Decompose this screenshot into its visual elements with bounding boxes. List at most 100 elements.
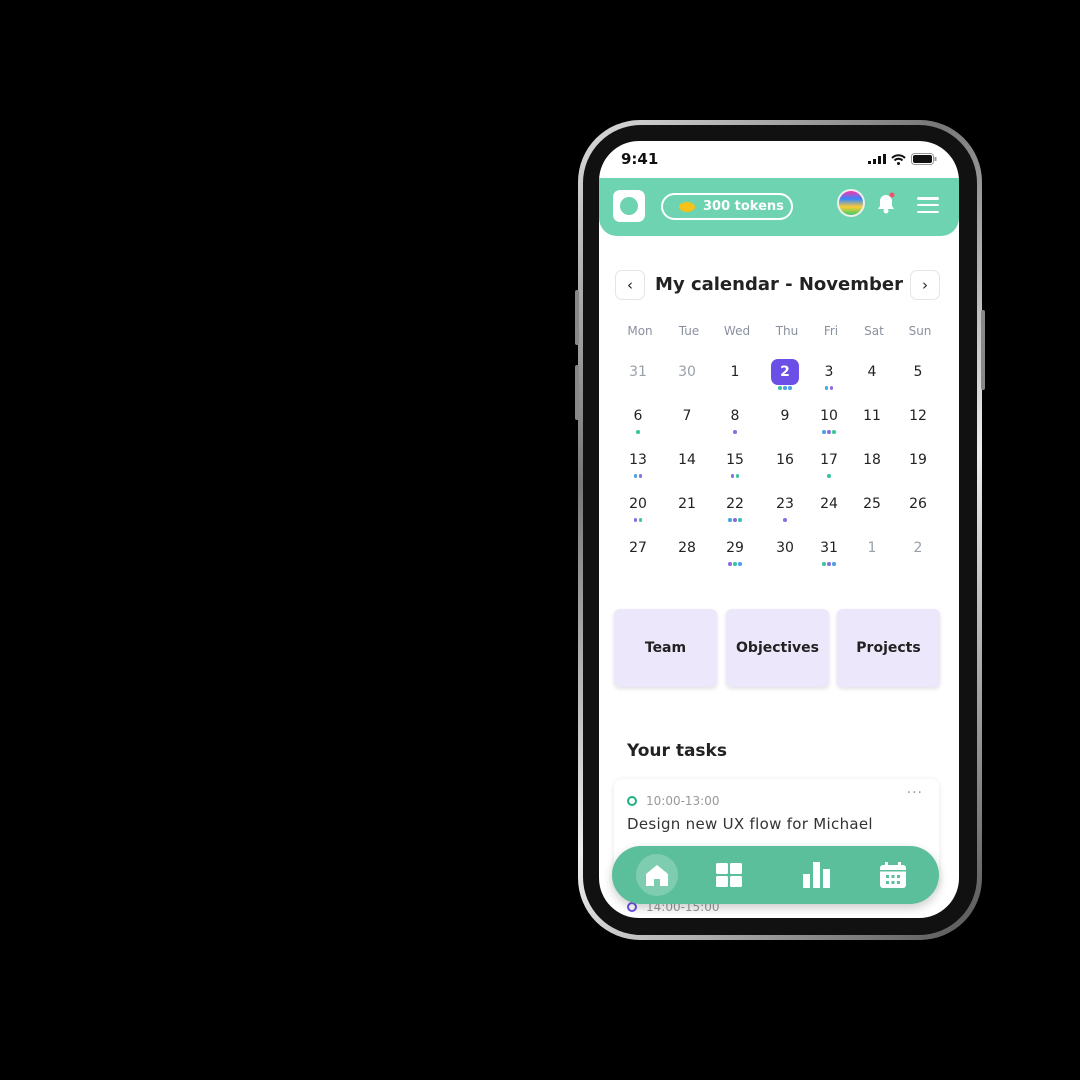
calendar-day[interactable]: 1: [721, 359, 749, 385]
nav-stats[interactable]: [796, 854, 838, 896]
projects-button[interactable]: Projects: [837, 609, 940, 687]
calendar-day[interactable]: 16: [771, 447, 799, 473]
calendar-day[interactable]: 17: [815, 447, 843, 473]
calendar-day[interactable]: 28: [673, 535, 701, 561]
power-button: [981, 310, 985, 390]
coin-icon: [679, 201, 695, 212]
tasks-heading: Your tasks: [627, 741, 727, 761]
event-dot: [827, 430, 831, 434]
volume-up: [575, 290, 579, 345]
more-icon[interactable]: ···: [907, 785, 923, 801]
avatar[interactable]: [837, 189, 865, 217]
calendar-day[interactable]: 12: [904, 403, 932, 429]
event-dot: [633, 474, 638, 478]
calendar-day[interactable]: 31: [815, 535, 843, 561]
calendar-day[interactable]: 9: [771, 403, 799, 429]
next-month-button[interactable]: ›: [910, 270, 940, 300]
weekday-sat: Sat: [864, 324, 884, 338]
task-title: Design new UX flow for Michael: [627, 815, 873, 833]
app-header: 300 tokens: [599, 178, 959, 236]
event-dot: [788, 386, 792, 390]
event-dot: [638, 474, 643, 478]
event-dot: [730, 474, 735, 478]
event-dot: [728, 562, 732, 566]
event-dots: [623, 430, 653, 434]
event-dot: [822, 562, 826, 566]
event-dots: [770, 518, 800, 522]
event-dot: [733, 430, 737, 434]
nav-dashboard[interactable]: [708, 854, 750, 896]
weekday-sun: Sun: [908, 324, 932, 338]
calendar-day[interactable]: 8: [721, 403, 749, 429]
calendar-day[interactable]: 27: [624, 535, 652, 561]
chart-icon: [803, 862, 830, 888]
bottom-nav: [612, 846, 939, 904]
calendar-day[interactable]: 7: [673, 403, 701, 429]
calendar-day[interactable]: 30: [673, 359, 701, 385]
home-icon: [646, 865, 668, 886]
calendar-day[interactable]: 29: [721, 535, 749, 561]
calendar-day[interactable]: 1: [858, 535, 886, 561]
event-dot: [827, 474, 831, 478]
event-dots: [720, 518, 750, 522]
event-dot: [822, 430, 826, 434]
calendar-day[interactable]: 22: [721, 491, 749, 517]
event-dots: [770, 386, 800, 390]
calendar-day[interactable]: 25: [858, 491, 886, 517]
event-dot: [824, 386, 829, 390]
weekday-fri: Fri: [823, 324, 839, 338]
nav-home[interactable]: [636, 854, 678, 896]
tokens-button[interactable]: 300 tokens: [661, 193, 793, 220]
event-dots: [720, 474, 750, 478]
calendar-day[interactable]: 30: [771, 535, 799, 561]
calendar-icon: [880, 862, 906, 888]
calendar-day[interactable]: 2: [904, 535, 932, 561]
event-dot: [633, 518, 638, 522]
calendar-day[interactable]: 6: [624, 403, 652, 429]
weekday-thu: Thu: [775, 324, 799, 338]
calendar-day[interactable]: 19: [904, 447, 932, 473]
event-dot: [829, 386, 834, 390]
status-ring-icon: [627, 796, 637, 806]
calendar-day[interactable]: 26: [904, 491, 932, 517]
calendar-day[interactable]: 10: [815, 403, 843, 429]
menu-icon[interactable]: [917, 197, 939, 213]
event-dot: [832, 430, 836, 434]
calendar-day[interactable]: 31: [624, 359, 652, 385]
event-dot: [728, 518, 732, 522]
calendar-day[interactable]: 13: [624, 447, 652, 473]
calendar-day[interactable]: 21: [673, 491, 701, 517]
calendar-day[interactable]: 15: [721, 447, 749, 473]
event-dots: [720, 430, 750, 434]
calendar-day[interactable]: 2: [771, 359, 799, 385]
event-dot: [783, 386, 787, 390]
weekday-wed: Wed: [723, 324, 751, 338]
event-dot: [738, 518, 742, 522]
event-dots: [814, 474, 844, 478]
status-icons: [868, 153, 937, 165]
event-dot: [636, 430, 640, 434]
weekday-tue: Tue: [678, 324, 700, 338]
calendar-day[interactable]: 24: [815, 491, 843, 517]
volume-down: [575, 365, 579, 420]
calendar-day[interactable]: 23: [771, 491, 799, 517]
calendar-day[interactable]: 18: [858, 447, 886, 473]
event-dot: [778, 386, 782, 390]
grid-icon: [716, 863, 742, 887]
calendar-day[interactable]: 4: [858, 359, 886, 385]
objectives-button[interactable]: Objectives: [726, 609, 829, 687]
calendar-day[interactable]: 5: [904, 359, 932, 385]
calendar-day[interactable]: 20: [624, 491, 652, 517]
calendar-day[interactable]: 11: [858, 403, 886, 429]
calendar-day[interactable]: 3: [815, 359, 843, 385]
event-dot: [738, 562, 742, 566]
bell-icon[interactable]: [876, 192, 896, 214]
wifi-icon: [891, 153, 906, 165]
calendar-day[interactable]: 14: [673, 447, 701, 473]
app-logo[interactable]: [613, 190, 645, 222]
calendar-title: My calendar - November: [655, 274, 903, 295]
team-button[interactable]: Team: [614, 609, 717, 687]
event-dots: [814, 386, 844, 390]
nav-calendar[interactable]: [872, 854, 914, 896]
clock: 9:41: [621, 150, 659, 168]
